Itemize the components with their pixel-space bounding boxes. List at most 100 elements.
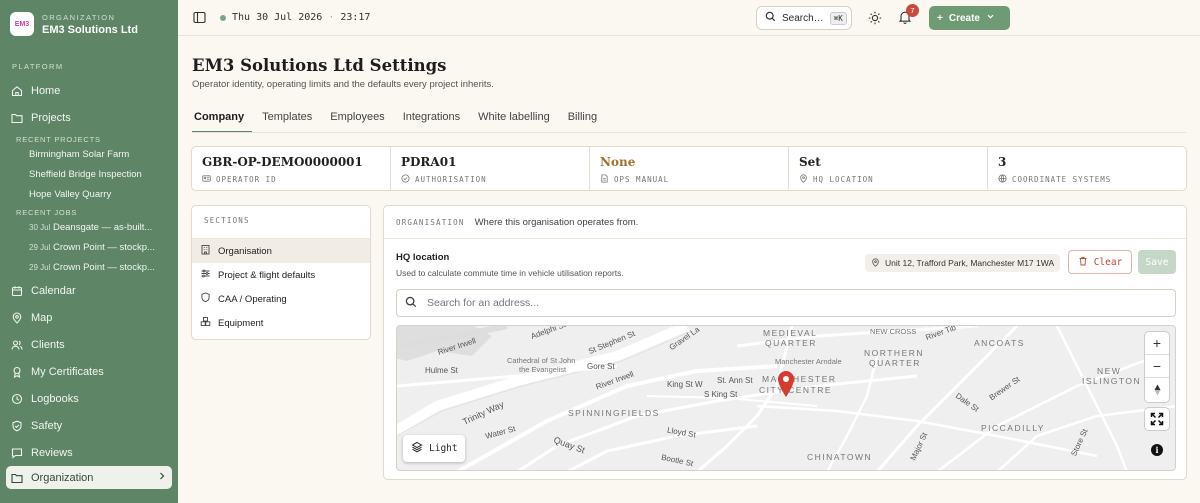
nav-clients[interactable]: Clients	[0, 331, 178, 358]
chevron-down-icon	[986, 12, 995, 24]
search-icon	[405, 296, 417, 311]
tab-integrations[interactable]: Integrations	[401, 109, 468, 133]
org-switcher[interactable]: EM3 ORGANIZATION EM3 Solutions Ltd	[0, 0, 178, 48]
map-label: St. Ann St	[717, 376, 753, 385]
section-label: Project & flight defaults	[218, 269, 316, 281]
nav-reviews[interactable]: Reviews	[0, 439, 178, 466]
layers-icon	[411, 441, 423, 456]
map-label: QUARTER	[869, 358, 921, 368]
status-dot	[220, 14, 226, 21]
sections-nav: SECTIONS Organisation Project & flight d…	[191, 205, 371, 340]
sidebar-toggle-icon[interactable]	[192, 11, 206, 25]
folder-icon	[11, 472, 23, 484]
nav-certificates-label: My Certificates	[31, 365, 104, 378]
recent-job[interactable]: 29 Jul Crown Point — stockp...	[0, 237, 178, 257]
org-logo: EM3	[10, 12, 34, 36]
globe-icon	[998, 174, 1007, 185]
section-organisation[interactable]: Organisation	[192, 239, 370, 263]
recent-job[interactable]: 29 Jul Crown Point — stockp...	[0, 257, 178, 277]
section-caa-operating[interactable]: CAA / Operating	[192, 287, 370, 311]
zoom-controls: + −	[1145, 332, 1169, 402]
recent-jobs-head: RECENT JOBS	[16, 208, 78, 217]
section-label: CAA / Operating	[218, 293, 287, 305]
section-platform: PLATFORM	[12, 62, 64, 71]
nav-projects-label: Projects	[31, 111, 71, 124]
top-bar: Thu 30 Jul 2026 · 23:17	[178, 0, 1200, 36]
nav-projects[interactable]: Projects	[0, 104, 178, 131]
job-date: 29 Jul	[29, 242, 51, 252]
summary-cards: GBR-OP-DEMO0000001 OPERATOR ID PDRA01 AU…	[191, 146, 1187, 191]
address-search-input[interactable]	[427, 297, 1127, 309]
trash-icon	[1078, 256, 1088, 269]
organisation-panel-header: ORGANISATION Where this organisation ope…	[384, 206, 1186, 239]
recent-project[interactable]: Hope Valley Quarry	[0, 184, 178, 204]
tab-billing[interactable]: Billing	[566, 109, 605, 133]
recent-job[interactable]: 30 Jul Deansgate — as-built...	[0, 217, 178, 237]
map-label: NEW	[1097, 366, 1122, 376]
section-equipment[interactable]: Equipment	[192, 311, 370, 335]
id-card-icon	[202, 174, 211, 185]
tab-employees[interactable]: Employees	[328, 109, 392, 133]
kpi-label: HQ LOCATION	[799, 174, 977, 185]
nav-home-label: Home	[31, 84, 61, 97]
notification-badge: 7	[906, 4, 919, 17]
nav-home[interactable]: Home	[0, 77, 178, 104]
section-project-flight-defaults[interactable]: Project & flight defaults	[192, 263, 370, 287]
tabs-divider	[192, 132, 1186, 133]
users-icon	[11, 339, 23, 351]
nav-safety[interactable]: Safety	[0, 412, 178, 439]
nav-calendar[interactable]: Calendar	[0, 277, 178, 304]
search-button[interactable]: Search… ⌘K	[756, 6, 852, 30]
hq-location-desc: Used to calculate commute time in vehicl…	[396, 268, 624, 278]
hq-map[interactable]: MEDIEVAL QUARTER NEW CROSS ANCOATS NORTH…	[396, 325, 1176, 471]
calendar-icon	[11, 285, 23, 297]
kpi-label-text: AUTHORISATION	[415, 175, 487, 184]
search-icon	[765, 11, 776, 25]
address-search[interactable]	[396, 289, 1176, 317]
tab-company[interactable]: Company	[192, 109, 253, 133]
clock-time: 23:17	[340, 12, 371, 23]
map-style-button[interactable]: Light	[403, 435, 465, 462]
recent-project[interactable]: Birmingham Solar Farm	[0, 144, 178, 164]
building-icon	[200, 244, 211, 258]
compass-icon[interactable]	[1145, 378, 1169, 401]
nav-map[interactable]: Map	[0, 304, 178, 331]
map-label: King St W	[667, 380, 703, 389]
chevron-right-icon	[157, 471, 167, 484]
job-name: Crown Point — stockp...	[53, 261, 155, 273]
map-label: QUARTER	[765, 338, 817, 348]
zoom-in-button[interactable]: +	[1145, 332, 1169, 355]
nav-logbooks[interactable]: Logbooks	[0, 385, 178, 412]
folder-icon	[11, 112, 23, 124]
zoom-out-button[interactable]: −	[1145, 355, 1169, 378]
sidebar: EM3 ORGANIZATION EM3 Solutions Ltd PLATF…	[0, 0, 178, 503]
message-icon	[11, 447, 23, 459]
kpi-value: 3	[998, 155, 1007, 169]
job-name: Deansgate — as-built...	[53, 221, 153, 233]
hq-location-label: HQ location	[396, 252, 450, 263]
job-date: 29 Jul	[29, 262, 51, 272]
kpi-value: None	[600, 155, 636, 169]
clock-icon	[11, 393, 23, 405]
recent-project[interactable]: Sheffield Bridge Inspection	[0, 164, 178, 184]
map-pin-marker-icon[interactable]	[777, 370, 795, 398]
theme-toggle-icon[interactable]	[867, 10, 883, 26]
fullscreen-icon[interactable]	[1145, 408, 1169, 430]
map-pin-icon	[799, 174, 808, 185]
tab-white-labelling[interactable]: White labelling	[476, 109, 558, 133]
tab-templates[interactable]: Templates	[260, 109, 320, 133]
search-shortcut: ⌘K	[829, 11, 847, 25]
nav-organization[interactable]: Organization	[6, 466, 172, 489]
map-label: ISLINGTON	[1082, 376, 1142, 386]
save-button[interactable]: Save	[1138, 250, 1176, 274]
kpi-label: COORDINATE SYSTEMS	[998, 174, 1176, 185]
map-label: Hulme St	[425, 366, 458, 375]
map-label: NORTHERN	[864, 348, 925, 358]
create-button[interactable]: + Create	[929, 6, 1010, 30]
clear-button[interactable]: Clear	[1068, 250, 1132, 274]
info-icon[interactable]: i	[1151, 444, 1163, 456]
map-label: SPINNINGFIELDS	[568, 408, 660, 418]
nav-certificates[interactable]: My Certificates	[0, 358, 178, 385]
org-name: EM3 Solutions Ltd	[42, 23, 138, 36]
shield-icon	[200, 292, 211, 306]
